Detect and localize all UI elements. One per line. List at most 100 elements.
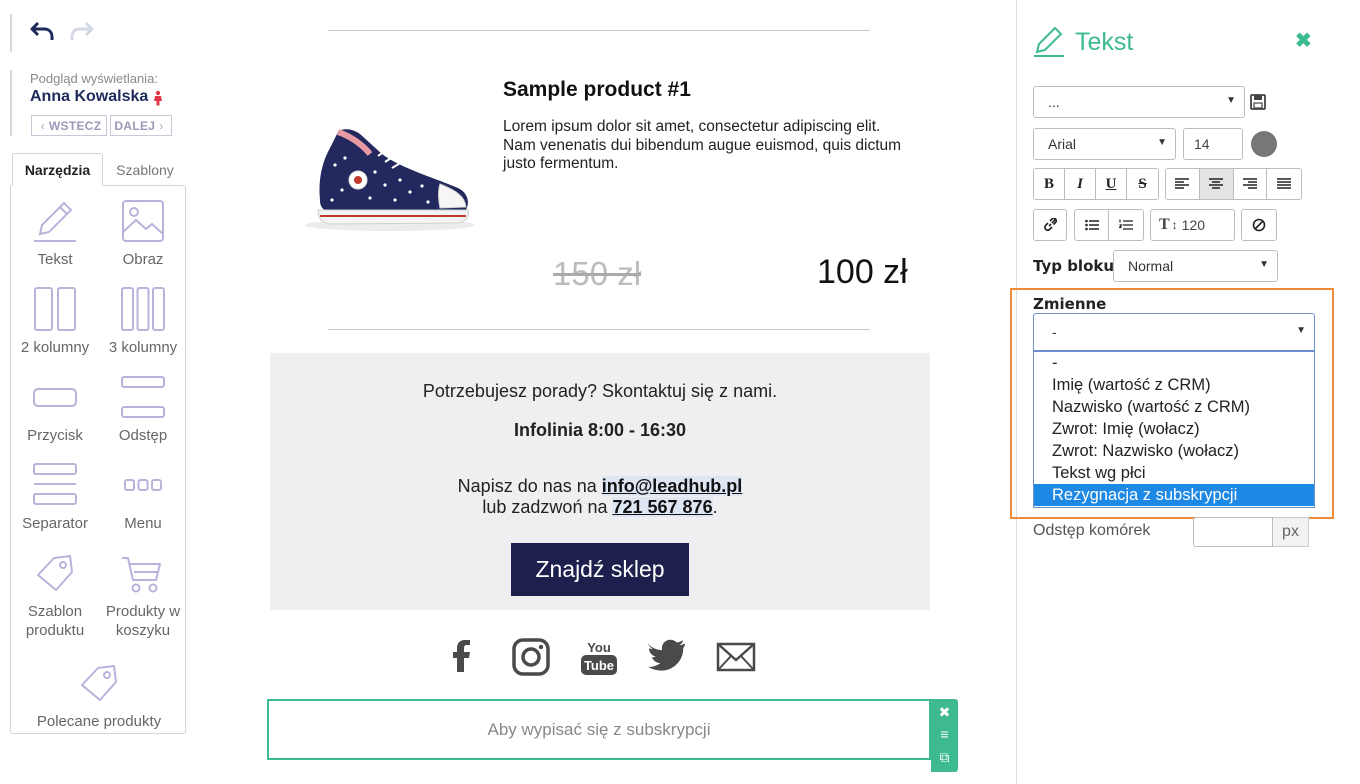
- button-icon: [33, 388, 77, 407]
- align-center-icon: [1209, 178, 1224, 189]
- block-toolbar: ✖ ≡ ⧉: [931, 699, 958, 772]
- text-format-group: B I U S: [1033, 168, 1159, 200]
- cell-spacing-label: Odstęp komórek: [1033, 522, 1151, 539]
- copy-icon: ⧉: [939, 748, 950, 765]
- underline-button[interactable]: U: [1096, 169, 1128, 199]
- product-image[interactable]: [290, 110, 495, 240]
- numbered-list-button[interactable]: [1109, 210, 1143, 240]
- variables-option-selected[interactable]: Rezygnacja z subskrypcji: [1034, 484, 1314, 506]
- font-color-picker[interactable]: [1251, 131, 1277, 157]
- italic-button[interactable]: I: [1065, 169, 1097, 199]
- block-type-select[interactable]: Normal ▼: [1113, 250, 1278, 282]
- tool-label: Produkty w koszyku: [99, 602, 187, 640]
- pencil-icon: [1034, 26, 1064, 57]
- style-select-value: ...: [1048, 94, 1060, 110]
- line-height-value: 120: [1181, 217, 1206, 233]
- variables-option[interactable]: -: [1034, 352, 1314, 374]
- contact-headline[interactable]: Potrzebujesz porady? Skontaktuj się z na…: [270, 381, 930, 402]
- tool-recommended-products[interactable]: Polecane produkty: [11, 660, 187, 731]
- youtube-text-bottom: Tube: [584, 658, 614, 673]
- product-description[interactable]: Lorem ipsum dolor sit amet, consectetur …: [503, 118, 903, 174]
- preview-back-label: WSTECZ: [48, 118, 102, 133]
- tool-button[interactable]: Przycisk: [11, 374, 99, 445]
- contact-email-line[interactable]: Napisz do nas na info@leadhub.pl: [270, 476, 930, 497]
- list-group: [1074, 209, 1144, 241]
- cell-spacing-input[interactable]: [1193, 517, 1273, 547]
- variables-select[interactable]: - ▼: [1033, 313, 1315, 351]
- font-size-input[interactable]: 14: [1183, 128, 1243, 160]
- two-columns-icon: [34, 287, 76, 331]
- line-height-arrows-icon: ↕: [1171, 218, 1178, 232]
- tag-icon: [81, 665, 117, 701]
- tool-spacer[interactable]: Odstęp: [99, 374, 187, 445]
- unsubscribe-text-block[interactable]: Aby wypisać się z subskrypcji: [267, 699, 931, 760]
- dropdown-arrow-icon: ▼: [1259, 259, 1269, 270]
- align-center-button[interactable]: [1199, 169, 1234, 199]
- tab-templates[interactable]: Szablony: [105, 153, 185, 186]
- close-panel-button[interactable]: ✖: [1295, 28, 1312, 53]
- save-icon[interactable]: [1250, 94, 1266, 110]
- line-height-input[interactable]: T ↕ 120: [1150, 209, 1235, 241]
- find-shop-button[interactable]: Znajdź sklep: [511, 543, 689, 596]
- undo-button[interactable]: [29, 18, 55, 44]
- dropdown-arrow-icon: ▼: [1296, 325, 1306, 336]
- tools-sidebar: Podgląd wyświetlania: Anna Kowalska ‹ WS…: [0, 0, 200, 784]
- clear-format-group: [1241, 209, 1277, 241]
- preview-back-button[interactable]: ‹ WSTECZ: [31, 115, 107, 136]
- contact-email-link[interactable]: info@leadhub.pl: [601, 476, 743, 496]
- tool-menu[interactable]: Menu: [99, 462, 187, 533]
- clear-formatting-button[interactable]: [1242, 210, 1276, 240]
- cart-icon: [122, 557, 161, 593]
- unsubscribe-text[interactable]: Aby wypisać się z subskrypcji: [488, 720, 711, 740]
- variables-option[interactable]: Zwrot: Nazwisko (wołacz): [1034, 440, 1314, 462]
- tool-label: Polecane produkty: [36, 713, 162, 730]
- product-title[interactable]: Sample product #1: [503, 78, 691, 102]
- tool-label: 2 kolumny: [20, 339, 90, 356]
- tool-two-columns[interactable]: 2 kolumny: [11, 286, 99, 357]
- product-new-price: 100 zł: [817, 253, 908, 291]
- align-left-button[interactable]: [1166, 169, 1200, 199]
- align-right-button[interactable]: [1234, 169, 1268, 199]
- variables-value: -: [1052, 324, 1057, 340]
- facebook-icon[interactable]: [440, 636, 482, 678]
- tool-product-template[interactable]: Szablon produktu: [11, 550, 99, 640]
- bold-button[interactable]: B: [1034, 169, 1066, 199]
- variables-option[interactable]: Nazwisko (wartość z CRM): [1034, 396, 1314, 418]
- contact-phone-line[interactable]: lub zadzwoń na 721 567 876.: [270, 497, 930, 518]
- tool-label-line: Szablon: [27, 603, 83, 620]
- variables-option[interactable]: Imię (wartość z CRM): [1034, 374, 1314, 396]
- font-family-select[interactable]: Arial ▼: [1033, 128, 1176, 160]
- bullet-list-button[interactable]: [1075, 210, 1109, 240]
- strikethrough-button[interactable]: S: [1127, 169, 1158, 199]
- tool-cart-products[interactable]: Produkty w koszyku: [99, 550, 187, 640]
- align-justify-button[interactable]: [1267, 169, 1301, 199]
- tool-label-line: Produkty w: [105, 603, 181, 620]
- spacer-icon: [121, 376, 165, 418]
- link-button[interactable]: [1034, 210, 1066, 240]
- variables-option[interactable]: Tekst wg płci: [1034, 462, 1314, 484]
- tool-text[interactable]: Tekst: [11, 198, 99, 269]
- variables-option[interactable]: Zwrot: Imię (wołacz): [1034, 418, 1314, 440]
- tool-image[interactable]: Obraz: [99, 198, 187, 269]
- move-block-button[interactable]: ≡: [931, 723, 958, 745]
- tool-separator[interactable]: Separator: [11, 462, 99, 533]
- tool-three-columns[interactable]: 3 kolumny: [99, 286, 187, 357]
- youtube-icon[interactable]: You Tube: [578, 636, 620, 678]
- three-columns-icon: [121, 287, 165, 331]
- contact-hours[interactable]: Infolinia 8:00 - 16:30: [270, 420, 930, 441]
- tool-label: 3 kolumny: [108, 339, 178, 356]
- font-family-value: Arial: [1048, 136, 1077, 152]
- duplicate-block-button[interactable]: ⧉: [931, 746, 958, 768]
- mail-icon[interactable]: [715, 636, 757, 678]
- divider-top: [328, 30, 870, 31]
- style-select[interactable]: ... ▼: [1033, 86, 1245, 118]
- tab-tools[interactable]: Narzędzia: [12, 153, 103, 186]
- delete-block-button[interactable]: ✖: [931, 701, 958, 723]
- twitter-icon[interactable]: [646, 636, 688, 678]
- instagram-icon[interactable]: [510, 636, 552, 678]
- line-height-icon: T: [1159, 216, 1170, 233]
- contact-phone-link[interactable]: 721 567 876: [612, 497, 713, 517]
- redo-button[interactable]: [69, 18, 95, 44]
- preview-next-button[interactable]: DALEJ ›: [110, 115, 172, 136]
- variables-dropdown-list: - Imię (wartość z CRM) Nazwisko (wartość…: [1033, 351, 1315, 508]
